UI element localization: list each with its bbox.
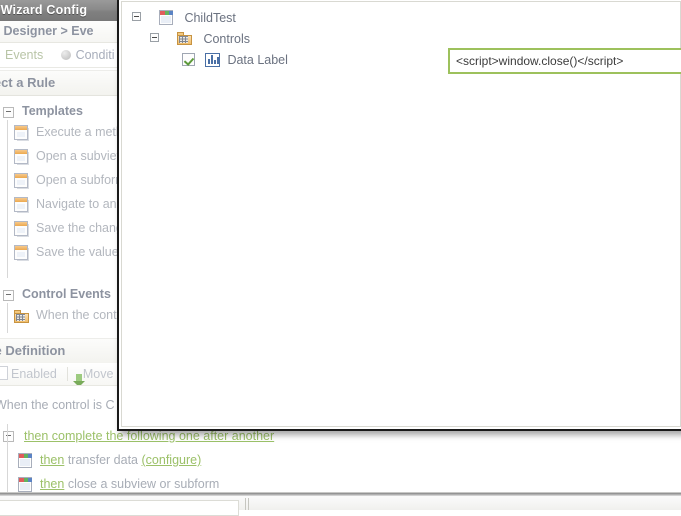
template-item-label: Open a subform <box>36 173 126 187</box>
open-folder-icon <box>14 307 29 327</box>
control-event-item-label: When the contr <box>36 308 121 322</box>
control-picker-popup-inner: ChildTest Controls Data Label <script>wi… <box>121 1 681 427</box>
form-icon <box>14 124 28 144</box>
tree-node-data-label[interactable]: Data Label <box>132 50 288 71</box>
tree-node-label: ChildTest <box>184 11 236 25</box>
form-icon <box>14 220 28 240</box>
status-bar-field <box>0 500 239 516</box>
collapse-childtest-icon[interactable] <box>132 12 141 21</box>
template-item-label: Open a subview <box>36 149 126 163</box>
tree-node-label: Data Label <box>227 53 288 67</box>
template-item-label: Save the value <box>36 245 119 259</box>
then-row-text: transfer data <box>67 453 139 467</box>
form-rgb-icon <box>18 452 32 472</box>
radio-off-icon <box>60 50 71 60</box>
form-icon <box>14 172 28 192</box>
then-keyword[interactable]: then <box>40 477 64 491</box>
form-icon <box>14 244 28 264</box>
then-row-text: close a subview or subform <box>67 477 220 491</box>
then-row-transfer-data[interactable]: then transfer data (configure) <box>0 448 681 472</box>
collapse-then-group-icon[interactable] <box>3 431 14 442</box>
resize-grip-icon[interactable] <box>244 498 254 510</box>
toolbar-divider <box>67 367 69 381</box>
enabled-checkbox[interactable] <box>0 366 8 380</box>
tree-node-label: Controls <box>203 32 250 46</box>
collapse-control-events-icon[interactable] <box>3 290 14 301</box>
form-icon <box>14 148 28 168</box>
then-group-label[interactable]: then complete the following one after an… <box>24 429 274 443</box>
template-item-label: Navigate to anc <box>36 197 123 211</box>
tree-guide-line <box>7 424 8 492</box>
enabled-label: Enabled <box>11 367 57 381</box>
tab-events-label: Events <box>5 48 44 62</box>
folder-grid-icon <box>176 31 192 52</box>
script-input[interactable]: <script>window.close()</script> <box>448 48 681 74</box>
then-keyword[interactable]: then <box>40 453 64 467</box>
chart-icon <box>204 53 220 74</box>
control-picker-popup: ChildTest Controls Data Label <script>wi… <box>117 0 681 431</box>
template-item-label: Execute a meth <box>36 125 123 139</box>
tree-node-controls[interactable]: Controls <box>132 29 288 50</box>
data-label-checkbox[interactable] <box>182 53 195 66</box>
form-icon <box>14 196 28 216</box>
rule-statement-prefix: When the control is C <box>0 398 115 412</box>
collapse-templates-icon[interactable] <box>3 107 14 118</box>
tab-conditions-label: Conditi <box>75 48 115 62</box>
collapse-controls-icon[interactable] <box>150 33 159 42</box>
tree-node-childtest[interactable]: ChildTest <box>132 8 288 29</box>
template-item-label: Save the chang <box>36 221 123 235</box>
configure-link[interactable]: (configure) <box>142 453 202 467</box>
control-tree: ChildTest Controls Data Label <box>132 8 288 71</box>
tab-events[interactable]: Events <box>0 43 43 67</box>
tab-conditions[interactable]: Conditi <box>60 43 115 67</box>
